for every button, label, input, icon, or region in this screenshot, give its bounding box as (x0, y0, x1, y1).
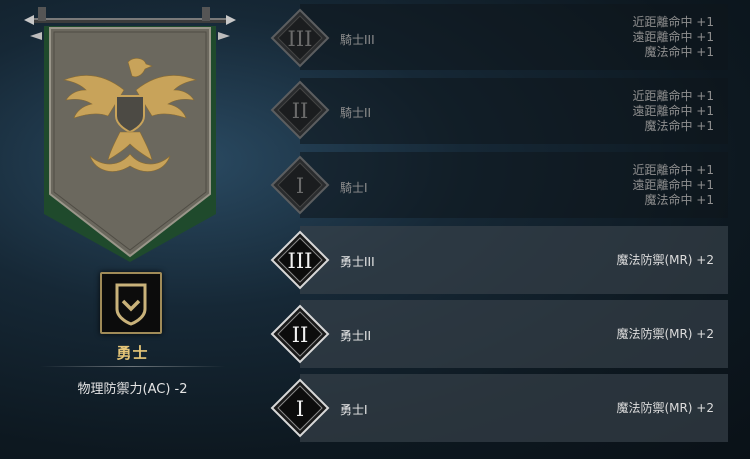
stat-line: 近距離命中 +1 (632, 163, 714, 177)
tier-numeral: I (296, 174, 304, 198)
stat-line: 遠距離命中 +1 (632, 104, 714, 118)
tier-numeral: III (288, 249, 313, 273)
tier-numeral: II (292, 99, 309, 123)
tier-stats: 近距離命中 +1 遠距離命中 +1 魔法命中 +1 (632, 15, 714, 60)
stat-line: 魔法防禦(MR) +2 (616, 327, 714, 341)
tier-stats: 魔法防禦(MR) +2 (616, 253, 714, 268)
tier-stats: 近距離命中 +1 遠距離命中 +1 魔法命中 +1 (632, 89, 714, 134)
tier-name: 騎士II (340, 106, 372, 120)
tier-emblem-active-icon: I (270, 378, 330, 438)
stat-line: 魔法命中 +1 (644, 119, 714, 133)
tier-row-knight-3[interactable]: 騎士III 近距離命中 +1 遠距離命中 +1 魔法命中 +1 (300, 4, 728, 70)
tier-row-knight-2[interactable]: 騎士II 近距離命中 +1 遠距離命中 +1 魔法命中 +1 (300, 78, 728, 144)
tier-row-warrior-2[interactable]: 勇士II 魔法防禦(MR) +2 (300, 300, 728, 368)
tier-name: 勇士I (340, 403, 368, 417)
tier-stats: 魔法防禦(MR) +2 (616, 401, 714, 416)
tier-emblem-dim-icon: I (270, 155, 330, 215)
tier-emblem-active-icon: II (270, 304, 330, 364)
tier-emblem-dim-icon: III (270, 8, 330, 68)
tier-name: 勇士III (340, 255, 375, 269)
tier-list: 騎士III 近距離命中 +1 遠距離命中 +1 魔法命中 +1 III 騎士II… (270, 0, 750, 459)
stat-line: 近距離命中 +1 (632, 15, 714, 29)
stat-line: 魔法命中 +1 (644, 193, 714, 207)
tier-numeral: I (296, 397, 304, 421)
stat-line: 魔法防禦(MR) +2 (616, 253, 714, 267)
rank-panel: 勇士 物理防禦力(AC) -2 (0, 0, 265, 459)
rank-bonus: 物理防禦力(AC) -2 (77, 382, 188, 397)
tier-emblem-active-icon: III (270, 230, 330, 290)
stat-line: 遠距離命中 +1 (632, 178, 714, 192)
divider (40, 366, 225, 367)
tier-name: 騎士I (340, 181, 368, 195)
tier-stats: 近距離命中 +1 遠距離命中 +1 魔法命中 +1 (632, 163, 714, 208)
tier-row-warrior-3[interactable]: 勇士III 魔法防禦(MR) +2 (300, 226, 728, 294)
tier-stats: 魔法防禦(MR) +2 (616, 327, 714, 342)
tier-row-knight-1[interactable]: 騎士I 近距離命中 +1 遠距離命中 +1 魔法命中 +1 (300, 152, 728, 218)
tier-name: 勇士II (340, 329, 372, 343)
rank-name: 勇士 (116, 344, 149, 362)
tier-numeral: II (292, 323, 309, 347)
stat-line: 魔法命中 +1 (644, 45, 714, 59)
stat-line: 近距離命中 +1 (632, 89, 714, 103)
rank-badge (100, 272, 162, 334)
chevron-shield-icon (115, 283, 147, 326)
tier-row-warrior-1[interactable]: 勇士I 魔法防禦(MR) +2 (300, 374, 728, 442)
tier-numeral: III (288, 27, 313, 51)
tier-name: 騎士III (340, 33, 375, 47)
eagle-banner (24, 4, 236, 266)
stat-line: 遠距離命中 +1 (632, 30, 714, 44)
stat-line: 魔法防禦(MR) +2 (616, 401, 714, 415)
tier-emblem-dim-icon: II (270, 80, 330, 140)
